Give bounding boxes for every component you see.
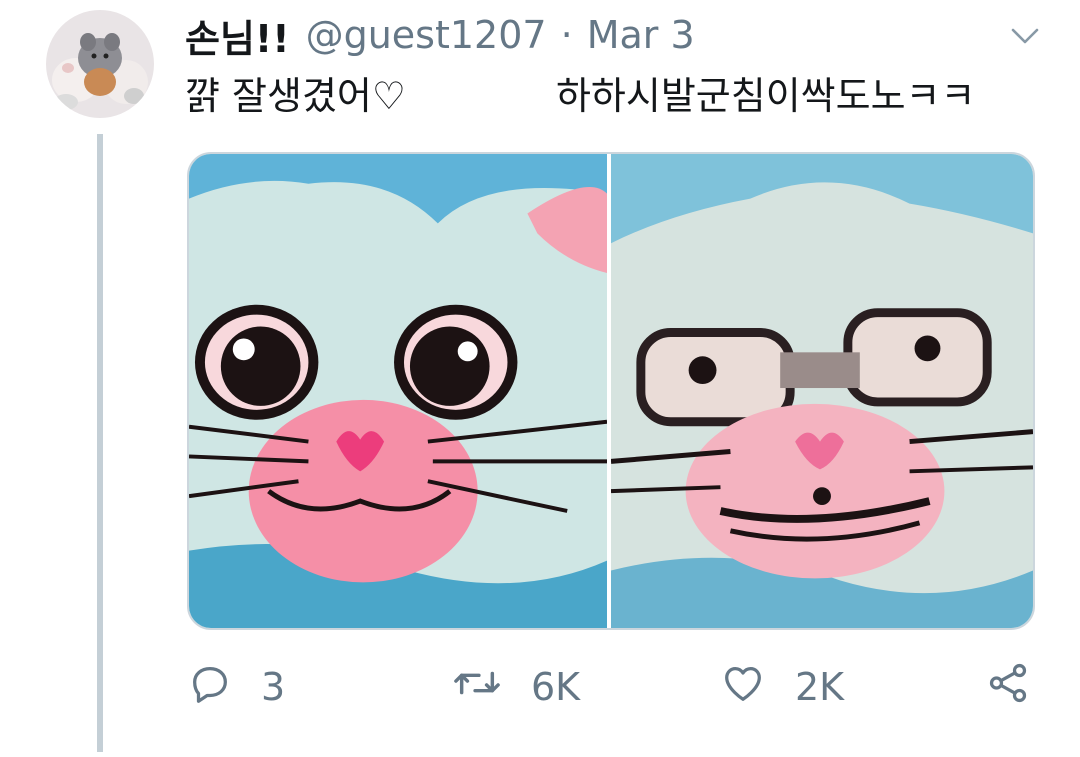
retweet-button[interactable]: 6K bbox=[451, 655, 580, 719]
heart-icon bbox=[719, 660, 767, 715]
tweet-text-part2: 하하시발군침이싹도노ㅋㅋ bbox=[555, 74, 976, 118]
tweet-media[interactable] bbox=[187, 152, 1035, 630]
retweet-count: 6K bbox=[531, 665, 581, 709]
thread-line bbox=[97, 134, 103, 752]
reply-button[interactable]: 3 bbox=[187, 655, 285, 719]
chevron-down-icon[interactable] bbox=[1005, 16, 1045, 56]
tweet-text-part1: 꺍 잘생겼어♡ bbox=[185, 74, 406, 118]
media-image-right[interactable] bbox=[611, 154, 1033, 628]
share-button[interactable] bbox=[985, 655, 1031, 719]
tweet: 손님!! @guest1207 · Mar 3 꺍 잘생겼어♡ 하하시발군침이싹도… bbox=[0, 0, 1080, 757]
tweet-text: 꺍 잘생겼어♡ 하하시발군침이싹도노ㅋㅋ bbox=[185, 70, 1045, 126]
reply-count: 3 bbox=[261, 665, 286, 709]
tweet-header: 손님!! @guest1207 · Mar 3 bbox=[185, 8, 1045, 63]
separator-dot: · bbox=[560, 13, 573, 57]
media-image-left[interactable] bbox=[189, 154, 608, 628]
reply-icon bbox=[187, 660, 233, 715]
tweet-actions: 3 6K 2K bbox=[185, 655, 1045, 719]
like-count: 2K bbox=[795, 665, 845, 709]
retweet-icon bbox=[451, 660, 503, 715]
user-handle[interactable]: @guest1207 bbox=[306, 13, 547, 57]
display-name[interactable]: 손님!! bbox=[185, 8, 290, 63]
tweet-date[interactable]: Mar 3 bbox=[587, 13, 695, 57]
share-icon bbox=[985, 660, 1031, 715]
like-button[interactable]: 2K bbox=[719, 655, 844, 719]
avatar[interactable] bbox=[46, 10, 154, 118]
